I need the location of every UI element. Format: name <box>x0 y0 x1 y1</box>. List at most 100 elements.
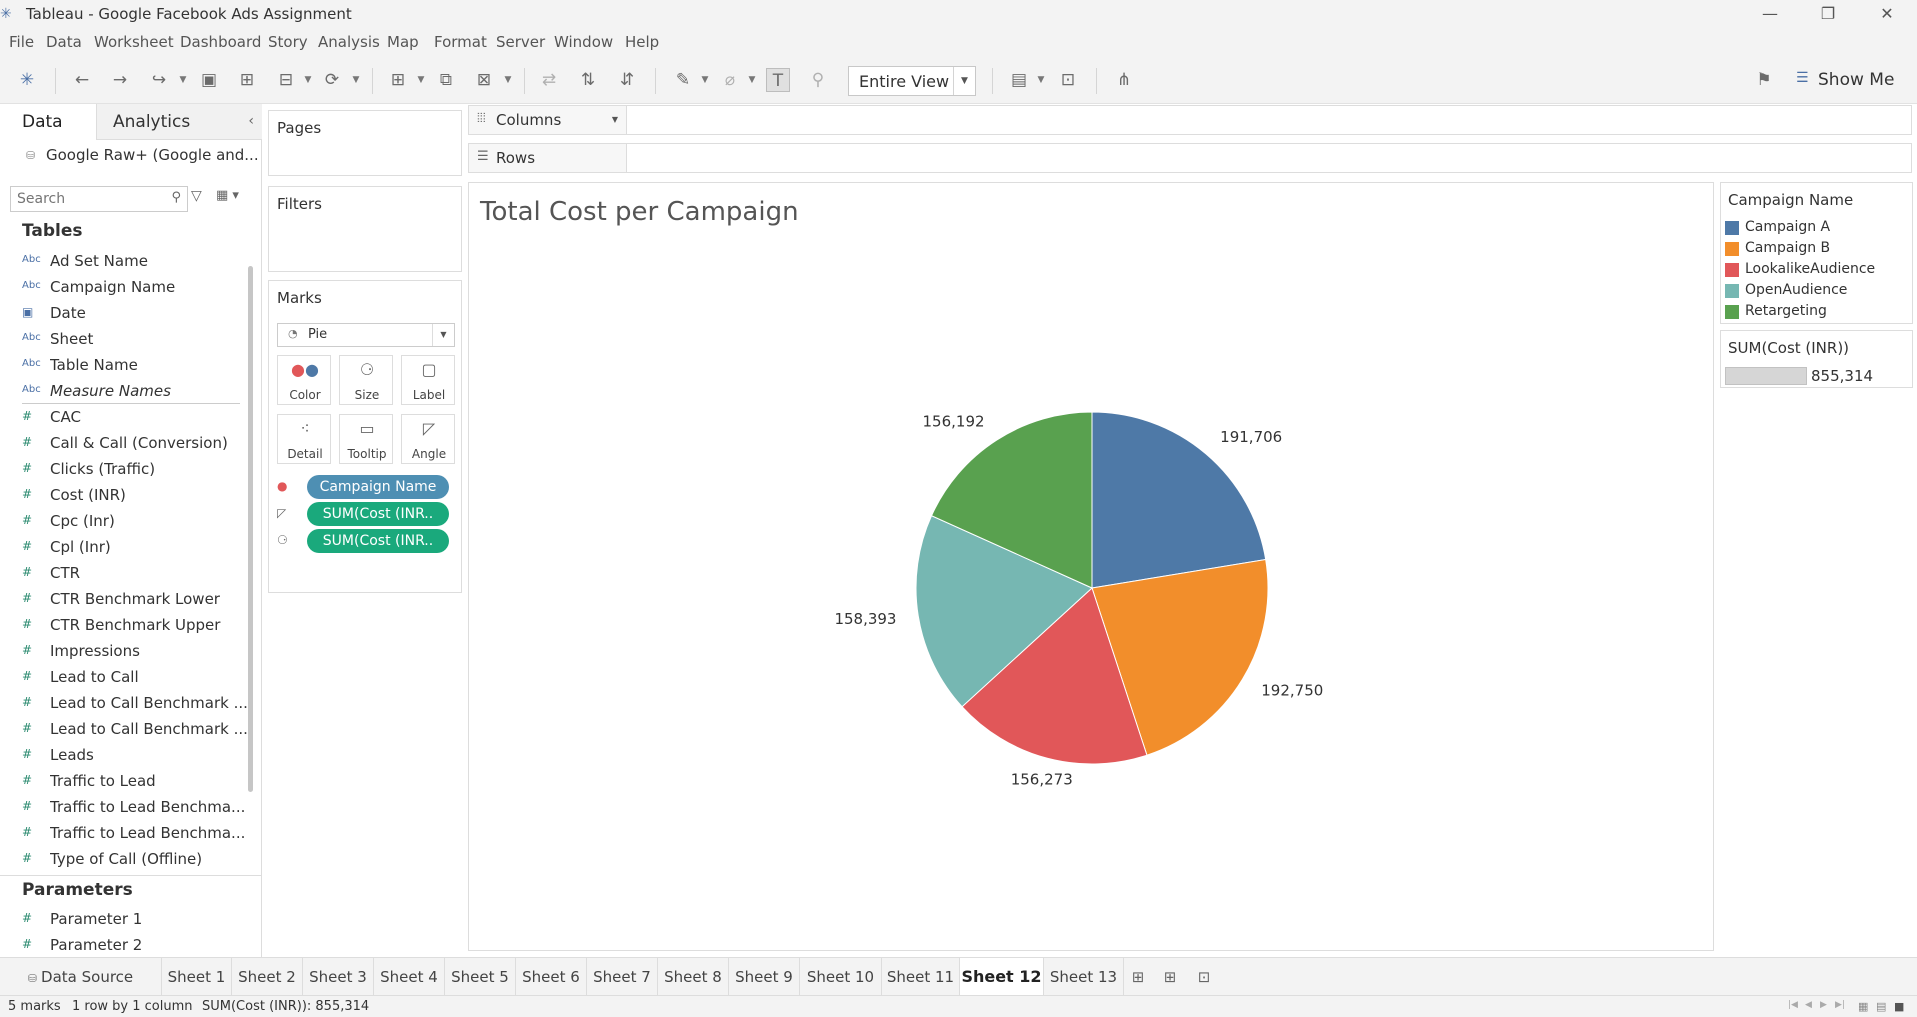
datasource-name[interactable]: Google Raw+ (Google and... <box>46 146 259 164</box>
tab-data[interactable]: Data <box>0 104 97 140</box>
field-measure[interactable]: # Cpl (Inr) <box>22 538 232 558</box>
format-painter-icon[interactable]: ⚑ <box>1752 68 1776 92</box>
worksheet-view[interactable]: Total Cost per Campaign 191,706 192,750 15… <box>468 182 1714 951</box>
highlight-icon[interactable]: ✎ <box>671 68 695 92</box>
tab-sheet[interactable]: Sheet 7 <box>587 958 658 996</box>
label-button[interactable]: ▢ Label <box>401 355 455 405</box>
sort-descending-icon[interactable]: ⇵ <box>615 68 639 92</box>
chevron-down-icon[interactable]: ▼ <box>432 324 454 346</box>
list-view-icon[interactable]: ▤ <box>1876 1000 1886 1013</box>
field-measure[interactable]: # Impressions <box>22 642 232 662</box>
field-measure[interactable]: # Cpc (Inr) <box>22 512 232 532</box>
fix-axes-icon[interactable]: ⚲ <box>806 68 830 92</box>
menu-story[interactable]: Story <box>268 33 308 51</box>
pages-card[interactable]: Pages <box>268 110 462 176</box>
previous-page-icon[interactable]: ◀ <box>1805 1000 1812 1010</box>
chevron-down-icon[interactable]: ▼ <box>178 70 188 90</box>
replay-icon[interactable]: ↪ <box>147 68 171 92</box>
pause-updates-icon[interactable]: ⊟ <box>274 68 298 92</box>
new-worksheet-icon[interactable]: ⊞ <box>386 68 410 92</box>
field-measure[interactable]: # Lead to Call <box>22 668 232 688</box>
next-page-icon[interactable]: ▶ <box>1820 1000 1827 1010</box>
tab-data-source[interactable]: ⛁ Data Source <box>0 958 162 996</box>
menu-dashboard[interactable]: Dashboard <box>180 33 261 51</box>
field-measure[interactable]: # Clicks (Traffic) <box>22 460 232 480</box>
chevron-down-icon[interactable]: ▼ <box>604 106 626 134</box>
sum-cost-size-pill[interactable]: SUM(Cost (INR.. <box>307 529 449 553</box>
chevron-down-icon[interactable]: ▼ <box>416 70 426 90</box>
close-icon[interactable]: ✕ <box>1865 2 1909 26</box>
show-cards-icon[interactable]: ▤ <box>1007 68 1031 92</box>
legend-item[interactable]: Campaign A <box>1725 218 1913 238</box>
tab-sheet[interactable]: Sheet 13 <box>1044 958 1124 996</box>
menu-analysis[interactable]: Analysis <box>318 33 380 51</box>
fit-dropdown[interactable]: Entire View ▼ <box>848 66 976 96</box>
field-parameter-1[interactable]: # Parameter 1 <box>22 910 232 930</box>
legend-item[interactable]: OpenAudience <box>1725 281 1913 301</box>
filmstrip-view-icon[interactable]: ■ <box>1894 1000 1904 1013</box>
size-button[interactable]: ⚆ Size <box>339 355 393 405</box>
tab-sheet[interactable]: Sheet 8 <box>658 958 729 996</box>
legend-item[interactable]: Campaign B <box>1725 239 1913 259</box>
new-worksheet-icon[interactable]: ⊞ <box>1128 968 1148 986</box>
angle-button[interactable]: ◸ Angle <box>401 414 455 464</box>
tab-sheet[interactable]: Sheet 10 <box>800 958 882 996</box>
chevron-down-icon[interactable]: ▼ <box>503 70 513 90</box>
tab-sheet[interactable]: Sheet 3 <box>303 958 374 996</box>
menu-server[interactable]: Server <box>496 33 545 51</box>
save-icon[interactable]: ▣ <box>197 68 221 92</box>
grid-view-icon[interactable]: ▦ <box>1858 1000 1868 1013</box>
menu-worksheet[interactable]: Worksheet <box>94 33 174 51</box>
field-measure[interactable]: # CTR <box>22 564 232 584</box>
chevron-down-icon[interactable]: ▼ <box>1036 70 1046 90</box>
field-measure[interactable]: # Leads <box>22 746 232 766</box>
sort-ascending-icon[interactable]: ⇅ <box>576 68 600 92</box>
search-input[interactable] <box>17 189 157 209</box>
chevron-down-icon[interactable]: ▼ <box>747 70 757 90</box>
menu-help[interactable]: Help <box>625 33 659 51</box>
chevron-down-icon[interactable]: ▼ <box>700 70 710 90</box>
rows-shelf[interactable]: ☰ Rows <box>468 143 1912 173</box>
redo-icon[interactable]: → <box>108 68 132 92</box>
legend-item[interactable]: LookalikeAudience <box>1725 260 1913 280</box>
tab-sheet[interactable]: Sheet 6 <box>516 958 587 996</box>
presentation-mode-icon[interactable]: ⊡ <box>1056 68 1080 92</box>
new-story-icon[interactable]: ⊡ <box>1194 968 1214 986</box>
swap-rows-columns-icon[interactable]: ⇄ <box>537 68 561 92</box>
field-date[interactable]: ▣ Date <box>22 304 232 324</box>
columns-shelf[interactable]: ⦙⦙⦙ Columns ▼ <box>468 105 1912 135</box>
menu-map[interactable]: Map <box>387 33 419 51</box>
chevron-down-icon[interactable]: ▼ <box>303 70 313 90</box>
share-icon[interactable]: ⋔ <box>1112 68 1136 92</box>
tab-analytics[interactable]: Analytics ‹ <box>97 104 262 140</box>
field-table-name[interactable]: Abc Table Name <box>22 356 232 376</box>
sum-cost-angle-pill[interactable]: SUM(Cost (INR.. <box>307 502 449 526</box>
menu-file[interactable]: File <box>9 33 34 51</box>
filters-card[interactable]: Filters <box>268 186 462 272</box>
field-measure[interactable]: # Lead to Call Benchmark ... <box>22 694 248 714</box>
tab-sheet[interactable]: Sheet 9 <box>729 958 800 996</box>
menu-format[interactable]: Format <box>434 33 487 51</box>
last-page-icon[interactable]: ▶| <box>1835 1000 1845 1010</box>
menu-data[interactable]: Data <box>46 33 82 51</box>
color-button[interactable]: ●● Color <box>277 355 331 405</box>
field-measure[interactable]: # Type of Call (Offline) <box>22 850 232 870</box>
data-pane-scrollbar[interactable] <box>248 266 253 792</box>
undo-icon[interactable]: ← <box>70 68 94 92</box>
chevron-down-icon[interactable]: ▼ <box>953 67 975 95</box>
field-ad-set-name[interactable]: Abc Ad Set Name <box>22 252 232 272</box>
pie-chart[interactable]: 191,706 192,750 156,273 158,393 156,192 <box>469 183 1713 950</box>
collapse-pane-icon[interactable]: ‹ <box>248 113 254 129</box>
mark-type-dropdown[interactable]: ◔ Pie ▼ <box>277 323 455 347</box>
field-measure[interactable]: # Traffic to Lead Benchma... <box>22 824 245 844</box>
new-dashboard-icon[interactable]: ⊞ <box>1160 968 1180 986</box>
group-members-icon[interactable]: ⌀ <box>718 68 742 92</box>
campaign-name-pill[interactable]: Campaign Name <box>307 475 449 499</box>
field-measure[interactable]: # CTR Benchmark Upper <box>22 616 232 636</box>
tab-sheet-active[interactable]: Sheet 12 <box>960 958 1044 996</box>
tab-sheet[interactable]: Sheet 1 <box>162 958 232 996</box>
tooltip-button[interactable]: ▭ Tooltip <box>339 414 393 464</box>
first-page-icon[interactable]: |◀ <box>1788 1000 1798 1010</box>
field-measure-names[interactable]: Abc Measure Names <box>22 382 232 402</box>
view-options-icon[interactable]: ▦ ▾ <box>216 188 239 203</box>
